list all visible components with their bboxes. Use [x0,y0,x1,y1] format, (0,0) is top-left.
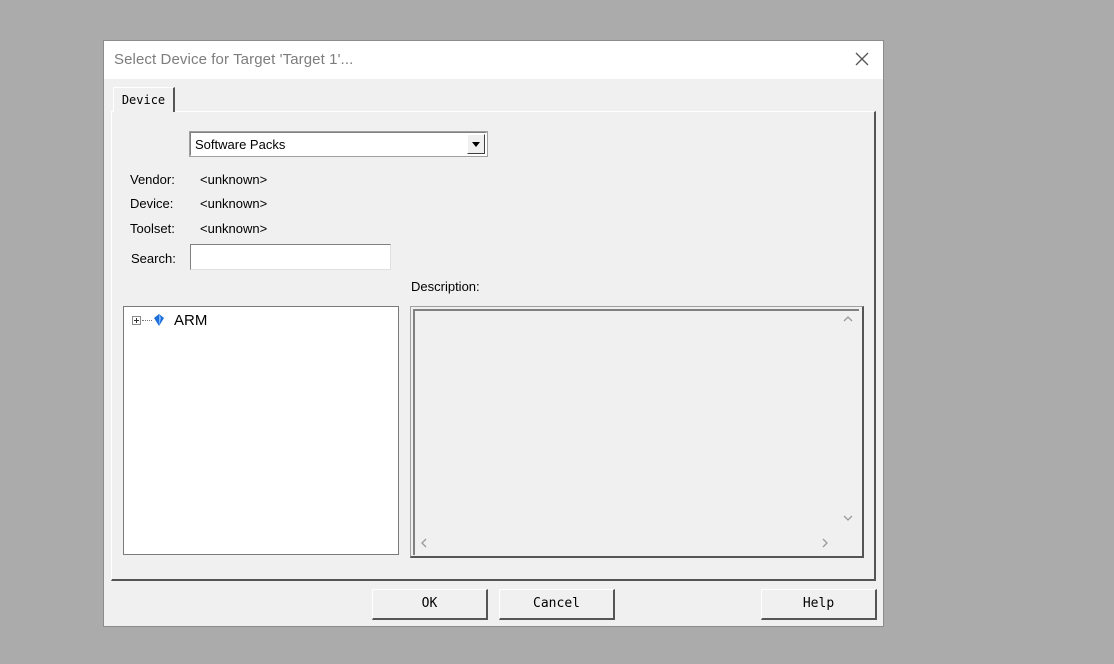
select-device-dialog: Select Device for Target 'Target 1'... D… [103,40,884,627]
dialog-title: Select Device for Target 'Target 1'... [114,51,354,68]
horizontal-scrollbar[interactable] [415,533,837,555]
scroll-up-icon[interactable] [842,313,854,328]
description-text-area [413,309,859,555]
toolset-label: Toolset: [130,221,175,236]
device-label: Device: [130,196,174,211]
device-source-select[interactable]: Software Packs [189,131,488,157]
scroll-right-icon[interactable] [819,537,831,552]
vertical-scrollbar[interactable] [837,311,859,531]
scroll-left-icon[interactable] [418,537,430,552]
device-tree[interactable]: ARM [123,306,399,555]
gem-icon [154,314,164,326]
ok-button[interactable]: OK [372,589,488,620]
expand-plus-icon[interactable] [132,315,141,325]
help-button[interactable]: Help [761,589,877,620]
chevron-down-icon[interactable] [467,134,485,154]
title-bar[interactable]: Select Device for Target 'Target 1'... [104,41,883,79]
toolset-value: <unknown> [200,221,268,236]
close-icon[interactable] [853,50,871,68]
description-label: Description: [411,279,480,294]
search-input[interactable] [190,244,391,270]
vendor-label: Vendor: [130,172,175,187]
tree-item-label: ARM [174,311,208,329]
scroll-down-icon[interactable] [842,512,854,527]
cancel-button[interactable]: Cancel [499,589,615,620]
vendor-value: <unknown> [200,172,268,187]
device-value: <unknown> [200,196,268,211]
description-box [410,306,864,558]
device-source-value: Software Packs [195,137,286,152]
search-label: Search: [131,251,176,266]
tree-item-arm[interactable]: ARM [132,311,207,329]
tab-device[interactable]: Device [113,87,175,112]
